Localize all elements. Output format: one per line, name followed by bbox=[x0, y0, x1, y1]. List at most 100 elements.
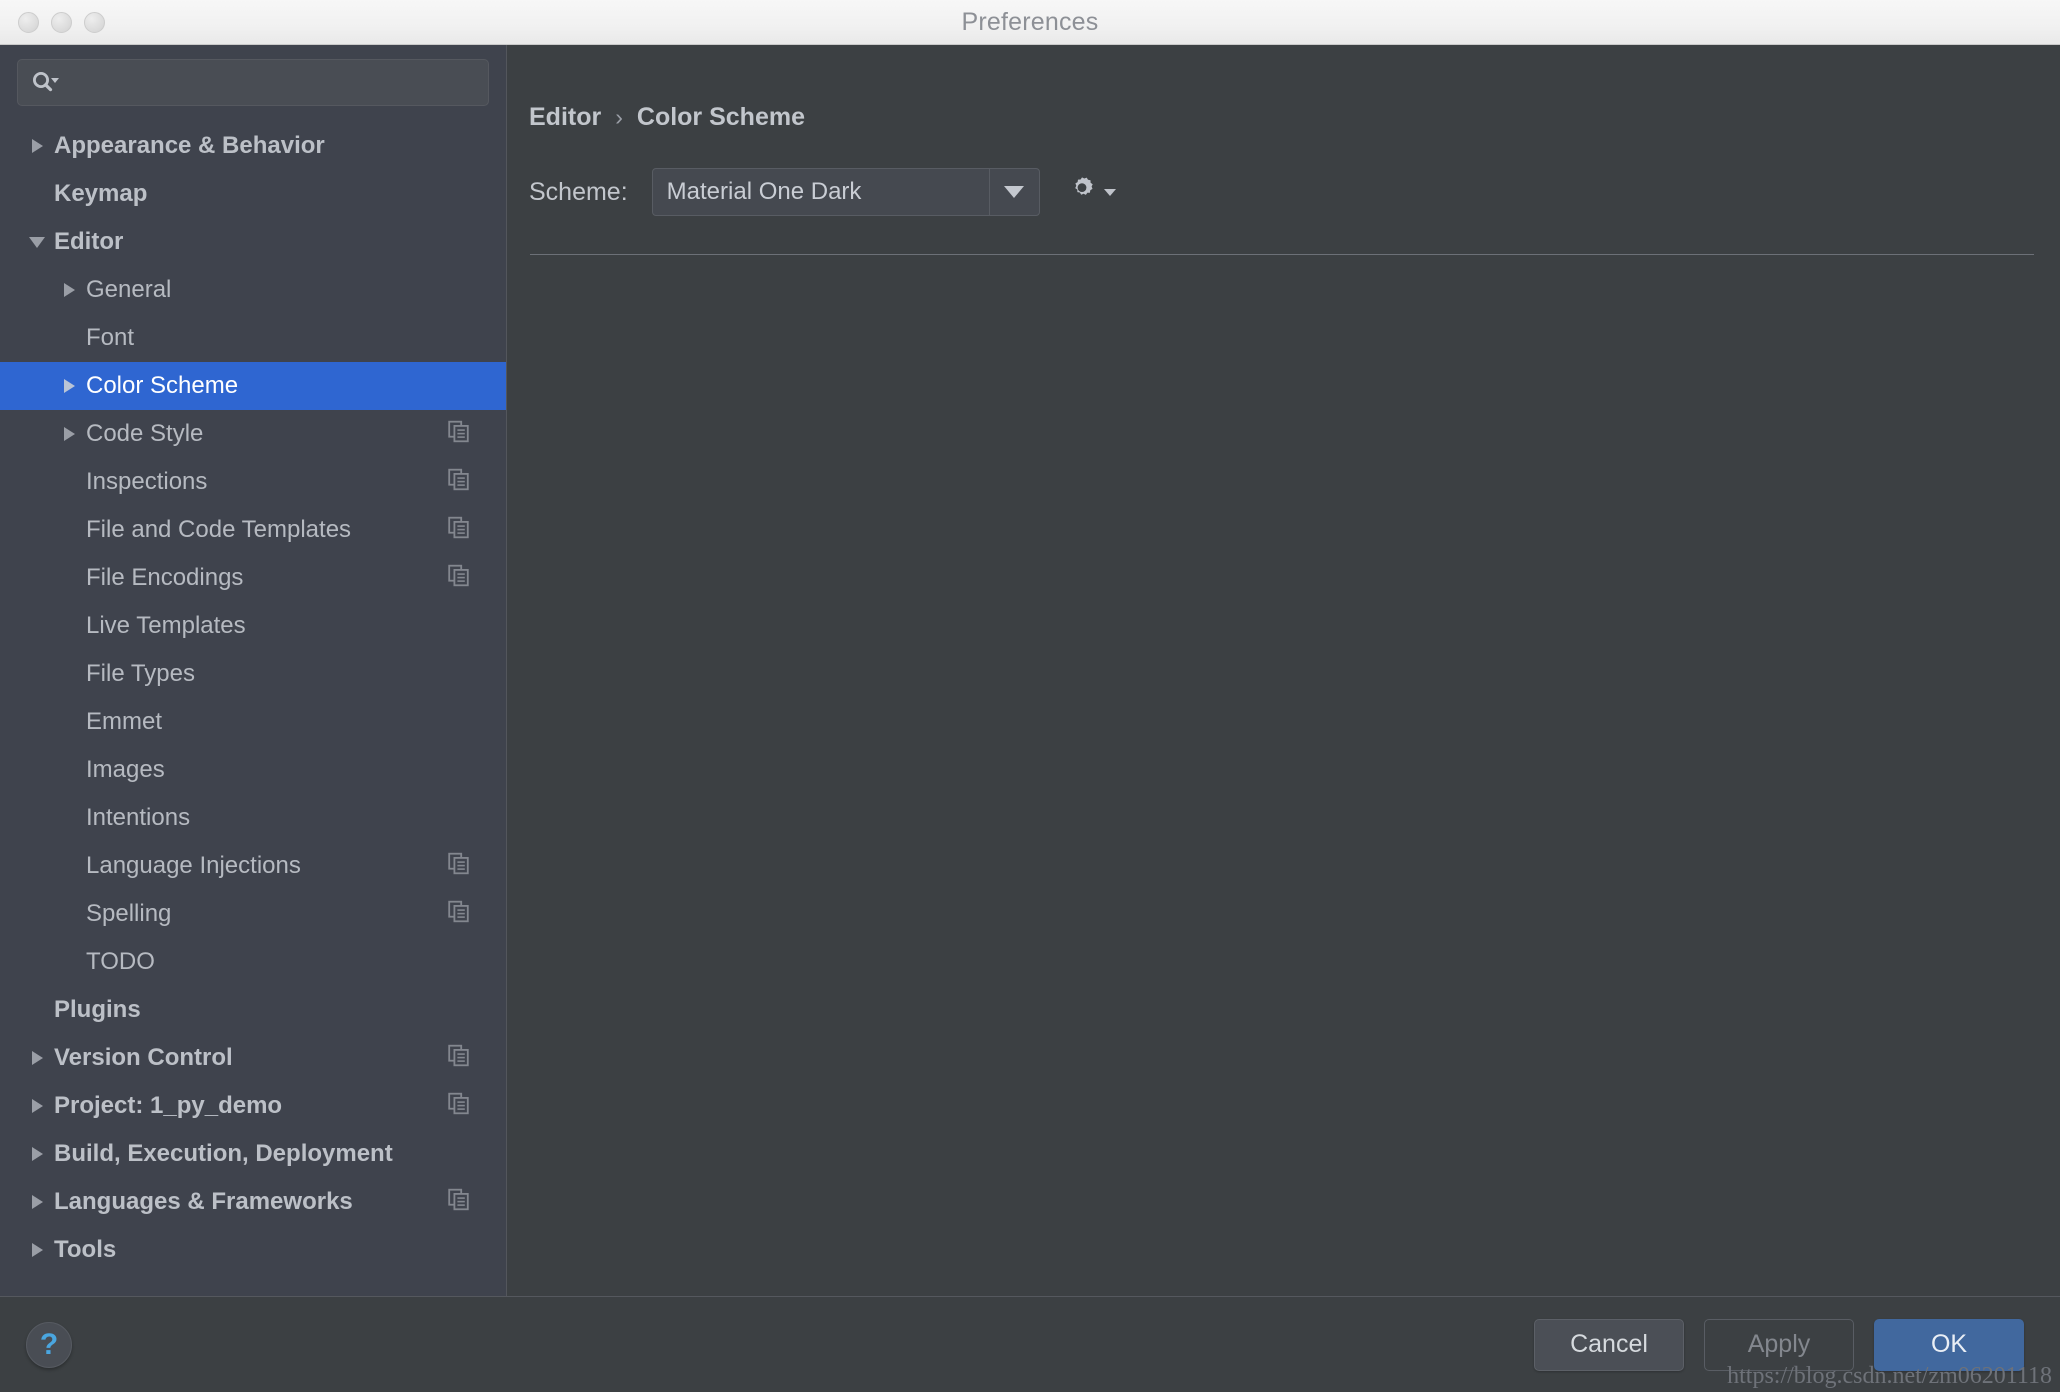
scheme-label: Scheme: bbox=[529, 177, 628, 206]
search-icon bbox=[30, 70, 60, 96]
chevron-right-icon bbox=[31, 1099, 43, 1113]
scheme-row: Scheme: Material One Dark bbox=[507, 132, 2060, 216]
sidebar-item-file-encodings[interactable]: File Encodings bbox=[0, 554, 506, 602]
copy-settings-icon[interactable] bbox=[448, 564, 470, 592]
sidebar-item-version-control[interactable]: Version Control bbox=[0, 1034, 506, 1082]
chevron-right-icon bbox=[63, 283, 75, 297]
ok-button[interactable]: OK bbox=[1874, 1318, 2024, 1371]
sidebar-item-spelling[interactable]: Spelling bbox=[0, 890, 506, 938]
sidebar-item-tools[interactable]: Tools bbox=[0, 1226, 506, 1274]
scheme-dropdown[interactable]: Material One Dark bbox=[651, 168, 1040, 216]
close-button[interactable] bbox=[18, 11, 39, 33]
sidebar-item-label: Language Injections bbox=[86, 852, 301, 879]
settings-main-pane: Editor › Color Scheme Scheme: Material O… bbox=[507, 45, 2060, 1296]
chevron-down-small-icon bbox=[1103, 188, 1116, 196]
scheme-dropdown-button[interactable] bbox=[988, 169, 1039, 215]
window-title: Preferences bbox=[961, 7, 1099, 36]
sidebar-item-label: TODO bbox=[86, 948, 155, 975]
sidebar-item-appearance-behavior[interactable]: Appearance & Behavior bbox=[0, 122, 506, 170]
sidebar-item-todo[interactable]: TODO bbox=[0, 938, 506, 986]
expand-toggle[interactable] bbox=[20, 1243, 54, 1257]
sidebar-item-label: Code Style bbox=[86, 420, 204, 447]
sidebar-item-languages-frameworks[interactable]: Languages & Frameworks bbox=[0, 1178, 506, 1226]
sidebar-item-font[interactable]: Font bbox=[0, 314, 506, 362]
chevron-right-icon: › bbox=[615, 104, 623, 130]
sidebar-item-keymap[interactable]: Keymap bbox=[0, 170, 506, 218]
sidebar-item-label: Build, Execution, Deployment bbox=[54, 1140, 393, 1167]
sidebar-item-label: Color Scheme bbox=[86, 372, 239, 399]
sidebar-item-label: Intentions bbox=[86, 804, 191, 831]
expand-toggle[interactable] bbox=[52, 379, 86, 393]
settings-tree[interactable]: Appearance & Behavior Keymap Editor General… bbox=[0, 116, 506, 1296]
sidebar-item-general[interactable]: General bbox=[0, 266, 506, 314]
copy-settings-icon[interactable] bbox=[448, 1044, 470, 1072]
scheme-actions-button[interactable] bbox=[1066, 174, 1116, 211]
zoom-button[interactable] bbox=[84, 11, 105, 33]
collapse-toggle[interactable] bbox=[20, 236, 54, 248]
expand-toggle[interactable] bbox=[20, 139, 54, 153]
sidebar-item-color-scheme[interactable]: Color Scheme bbox=[0, 362, 506, 410]
copy-settings-icon[interactable] bbox=[448, 900, 470, 928]
copy-settings-icon[interactable] bbox=[448, 1188, 470, 1216]
sidebar-item-label: Project: 1_py_demo bbox=[54, 1092, 283, 1119]
expand-toggle[interactable] bbox=[52, 427, 86, 441]
scheme-selected-value: Material One Dark bbox=[666, 178, 862, 205]
traffic-lights bbox=[0, 11, 105, 33]
sidebar-item-label: Version Control bbox=[54, 1044, 233, 1071]
expand-toggle[interactable] bbox=[20, 1195, 54, 1209]
chevron-down-icon bbox=[1004, 186, 1025, 198]
sidebar-item-file-and-code-templates[interactable]: File and Code Templates bbox=[0, 506, 506, 554]
search-box[interactable] bbox=[17, 59, 489, 106]
sidebar-item-label: Appearance & Behavior bbox=[54, 132, 325, 159]
sidebar-item-images[interactable]: Images bbox=[0, 746, 506, 794]
copy-settings-icon[interactable] bbox=[448, 852, 470, 880]
chevron-right-icon bbox=[63, 379, 75, 393]
sidebar-item-editor[interactable]: Editor bbox=[0, 218, 506, 266]
sidebar-item-label: Images bbox=[86, 756, 165, 783]
sidebar-item-live-templates[interactable]: Live Templates bbox=[0, 602, 506, 650]
help-button[interactable]: ? bbox=[26, 1321, 72, 1368]
sidebar-item-code-style[interactable]: Code Style bbox=[0, 410, 506, 458]
sidebar-item-label: General bbox=[86, 276, 172, 303]
sidebar-item-label: Live Templates bbox=[86, 612, 246, 639]
sidebar-item-label: File and Code Templates bbox=[86, 516, 352, 543]
sidebar-item-label: Emmet bbox=[86, 708, 163, 735]
sidebar-item-intentions[interactable]: Intentions bbox=[0, 794, 506, 842]
sidebar-item-emmet[interactable]: Emmet bbox=[0, 698, 506, 746]
chevron-right-icon bbox=[31, 1195, 43, 1209]
search-container bbox=[0, 45, 506, 116]
chevron-down-icon bbox=[29, 236, 45, 248]
search-input[interactable] bbox=[60, 69, 476, 96]
expand-toggle[interactable] bbox=[20, 1051, 54, 1065]
sidebar-item-label: Font bbox=[86, 324, 135, 351]
breadcrumb: Editor › Color Scheme bbox=[507, 45, 2060, 132]
sidebar-item-label: Spelling bbox=[86, 900, 172, 927]
copy-settings-icon[interactable] bbox=[448, 1092, 470, 1120]
sidebar-item-label: File Encodings bbox=[86, 564, 244, 591]
sidebar-item-language-injections[interactable]: Language Injections bbox=[0, 842, 506, 890]
cancel-button[interactable]: Cancel bbox=[1534, 1318, 1684, 1371]
breadcrumb-parent[interactable]: Editor bbox=[529, 103, 601, 132]
breadcrumb-current: Color Scheme bbox=[636, 103, 805, 131]
sidebar-item-inspections[interactable]: Inspections bbox=[0, 458, 506, 506]
chevron-right-icon bbox=[31, 1147, 43, 1161]
copy-settings-icon[interactable] bbox=[448, 420, 470, 448]
window-titlebar: Preferences bbox=[0, 0, 2060, 45]
sidebar-item-plugins[interactable]: Plugins bbox=[0, 986, 506, 1034]
scheme-settings-empty-area bbox=[507, 255, 2060, 1296]
expand-toggle[interactable] bbox=[20, 1099, 54, 1113]
copy-settings-icon[interactable] bbox=[448, 516, 470, 544]
sidebar-item-label: Inspections bbox=[86, 468, 208, 495]
copy-settings-icon[interactable] bbox=[448, 468, 470, 496]
expand-toggle[interactable] bbox=[20, 1147, 54, 1161]
sidebar-item-build-execution-deployment[interactable]: Build, Execution, Deployment bbox=[0, 1130, 506, 1178]
sidebar-item-project-1-py-demo[interactable]: Project: 1_py_demo bbox=[0, 1082, 506, 1130]
sidebar-item-file-types[interactable]: File Types bbox=[0, 650, 506, 698]
sidebar-item-label: Languages & Frameworks bbox=[54, 1188, 353, 1215]
settings-sidebar: Appearance & Behavior Keymap Editor General… bbox=[0, 45, 507, 1296]
chevron-right-icon bbox=[31, 139, 43, 153]
minimize-button[interactable] bbox=[51, 11, 72, 33]
expand-toggle[interactable] bbox=[52, 283, 86, 297]
sidebar-item-label: Keymap bbox=[54, 180, 148, 207]
apply-button[interactable]: Apply bbox=[1704, 1318, 1854, 1371]
